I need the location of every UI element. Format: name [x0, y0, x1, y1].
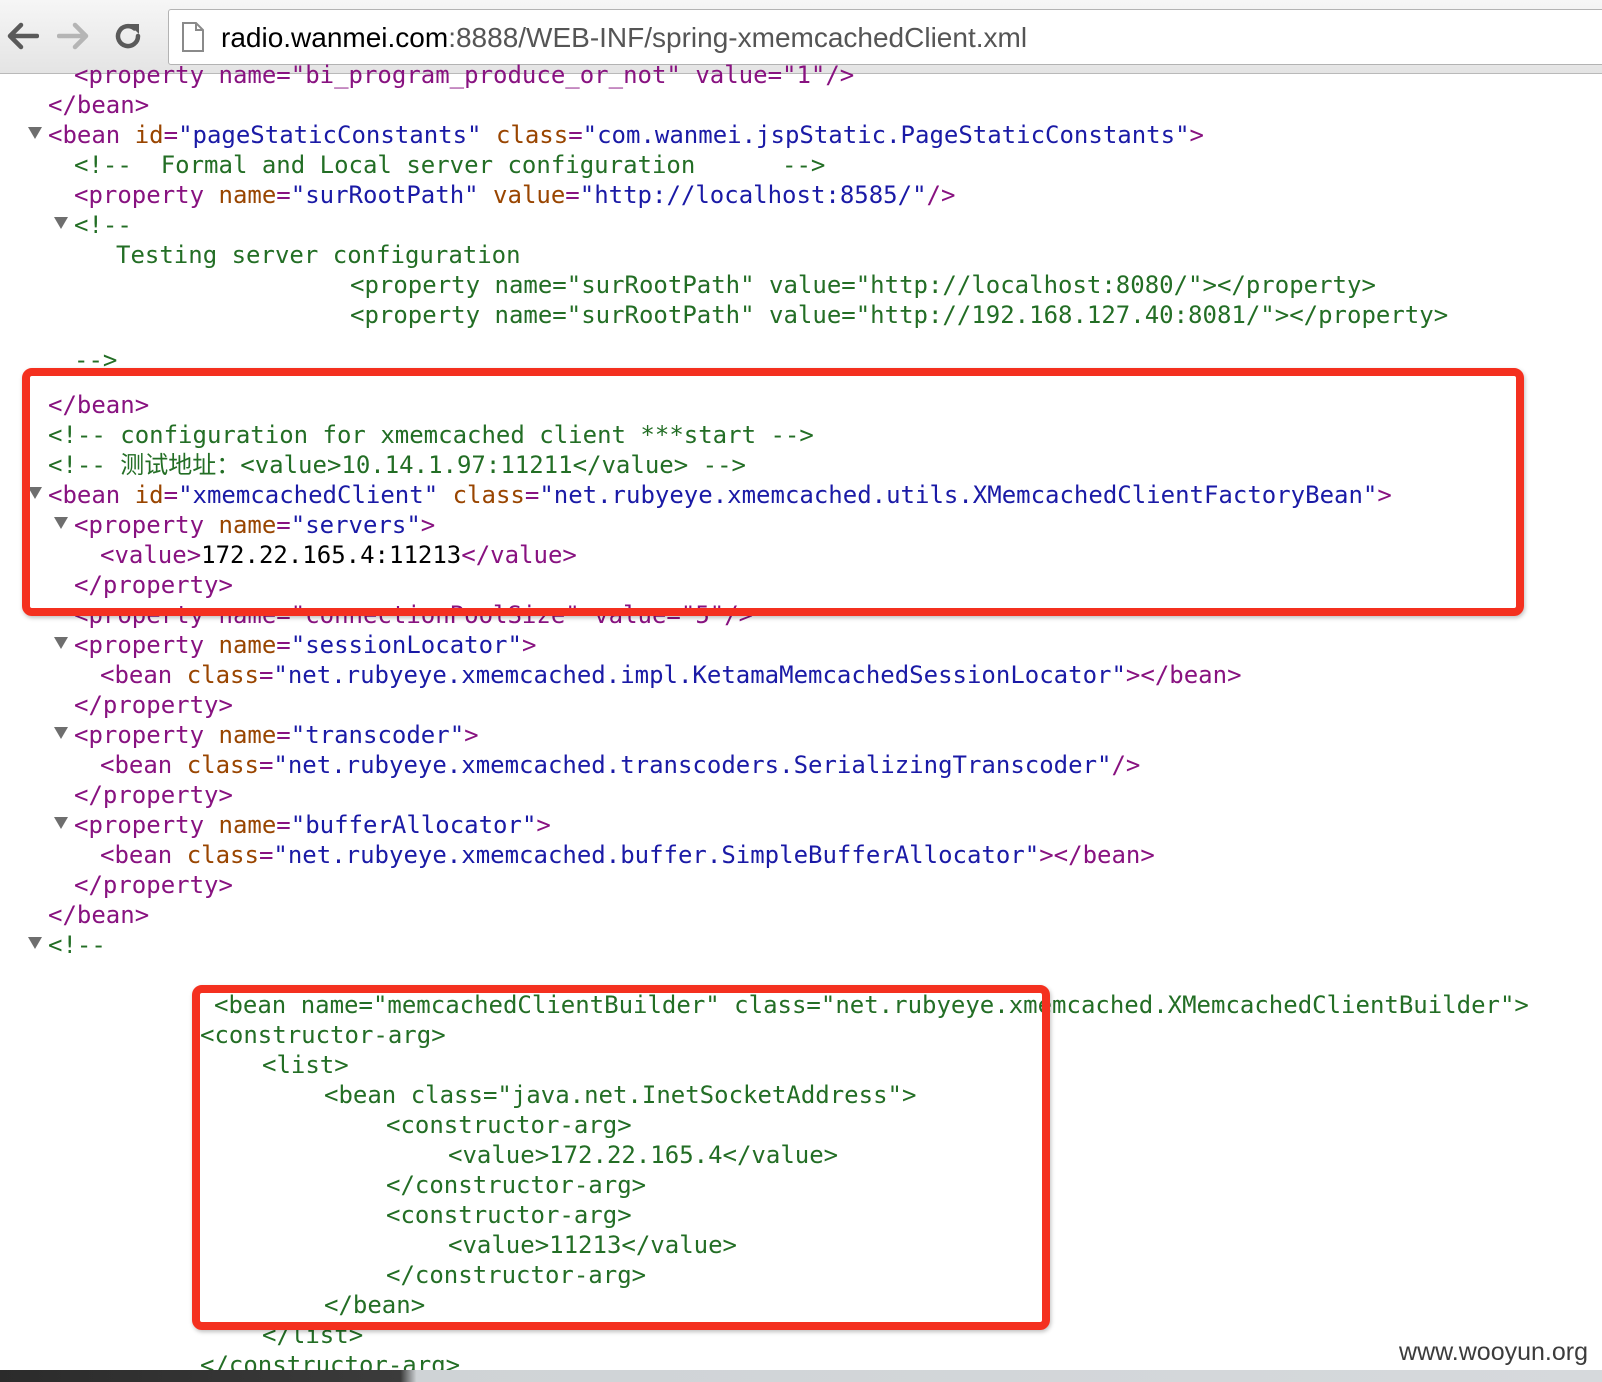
forward-button[interactable]	[52, 14, 96, 58]
xml-comment: <property name="surRootPath" value="http…	[350, 301, 1449, 329]
url-host: radio.wanmei.com	[221, 22, 449, 53]
collapse-toggle-icon[interactable]	[28, 127, 42, 139]
xml-line: </property>	[74, 691, 233, 719]
xml-line: <property name="bi_program_produce_or_no…	[74, 61, 855, 89]
xml-line: </property>	[74, 871, 233, 899]
xml-comment: <value>11213</value>	[448, 1231, 737, 1259]
xml-line: <bean class="net.rubyeye.xmemcached.impl…	[100, 661, 1242, 689]
xml-comment: -->	[74, 346, 118, 374]
xml-line: <bean class="net.rubyeye.xmemcached.buff…	[100, 841, 1155, 869]
address-bar[interactable]: radio.wanmei.com:8888/WEB-INF/spring-xme…	[168, 9, 1602, 65]
xml-line: <bean id="pageStaticConstants" class="co…	[48, 121, 1204, 149]
xml-comment: <constructor-arg>	[386, 1201, 632, 1229]
xml-comment: <property name="surRootPath" value="http…	[350, 271, 1376, 299]
xml-line: <property name="surRootPath" value="http…	[74, 181, 956, 209]
xml-line: </property>	[74, 781, 233, 809]
xml-line: <property name="servers">	[74, 511, 436, 539]
reload-icon	[115, 23, 141, 49]
watermark: www.wooyun.org	[1395, 1338, 1592, 1367]
collapse-toggle-icon[interactable]	[54, 637, 68, 649]
xml-line: <bean id="xmemcachedClient" class="net.r…	[48, 481, 1392, 509]
xml-line: <value>172.22.165.4:11213</value>	[100, 541, 577, 569]
xml-comment: </list>	[262, 1321, 364, 1349]
collapse-toggle-icon[interactable]	[28, 937, 42, 949]
xml-comment: <bean class="java.net.InetSocketAddress"…	[324, 1081, 917, 1109]
xml-comment: <bean name="memcachedClientBuilder" clas…	[214, 991, 1529, 1019]
xml-line: <property name="bufferAllocator">	[74, 811, 551, 839]
xml-comment: <value>172.22.165.4</value>	[448, 1141, 839, 1169]
back-button[interactable]	[0, 14, 44, 58]
xml-tree-view: <property name="bi_program_produce_or_no…	[0, 60, 1602, 1370]
xml-comment: <!-- configuration for xmemcached client…	[48, 421, 814, 449]
collapse-toggle-icon[interactable]	[54, 727, 68, 739]
forward-arrow-icon	[57, 22, 89, 50]
xml-comment: <constructor-arg>	[200, 1021, 446, 1049]
xml-comment: Testing server configuration	[116, 241, 521, 269]
xml-line: </bean>	[48, 901, 150, 929]
back-arrow-icon	[7, 22, 39, 50]
xml-line: </bean>	[48, 91, 150, 119]
xml-comment: <!--	[74, 211, 132, 239]
xml-comment: </constructor-arg>	[200, 1351, 461, 1370]
collapse-toggle-icon[interactable]	[54, 217, 68, 229]
reload-button[interactable]	[106, 14, 150, 58]
page-icon	[182, 22, 204, 52]
xml-comment: <list>	[262, 1051, 349, 1079]
xml-comment: </constructor-arg>	[386, 1261, 647, 1289]
xml-comment: <constructor-arg>	[386, 1111, 632, 1139]
collapse-toggle-icon[interactable]	[28, 487, 42, 499]
url-text: radio.wanmei.com:8888/WEB-INF/spring-xme…	[221, 10, 1027, 66]
xml-line: </property>	[74, 571, 233, 599]
desktop-strip	[0, 1370, 1602, 1382]
xml-comment: <!-- Formal and Local server configurati…	[74, 151, 826, 179]
xml-comment: <!--	[48, 931, 106, 959]
xml-line: <property name="sessionLocator">	[74, 631, 537, 659]
xml-line: </bean>	[48, 391, 150, 419]
xml-comment: </bean>	[324, 1291, 426, 1319]
xml-line: <property name="connectionPoolSize" valu…	[74, 601, 754, 629]
collapse-toggle-icon[interactable]	[54, 517, 68, 529]
xml-line: <property name="transcoder">	[74, 721, 479, 749]
xml-comment: <!-- 测试地址：<value>10.14.1.97:11211</value…	[48, 451, 746, 479]
xml-comment: </constructor-arg>	[386, 1171, 647, 1199]
url-path: :8888/WEB-INF/spring-xmemcachedClient.xm…	[448, 22, 1028, 53]
collapse-toggle-icon[interactable]	[54, 817, 68, 829]
xml-line: <bean class="net.rubyeye.xmemcached.tran…	[100, 751, 1141, 779]
